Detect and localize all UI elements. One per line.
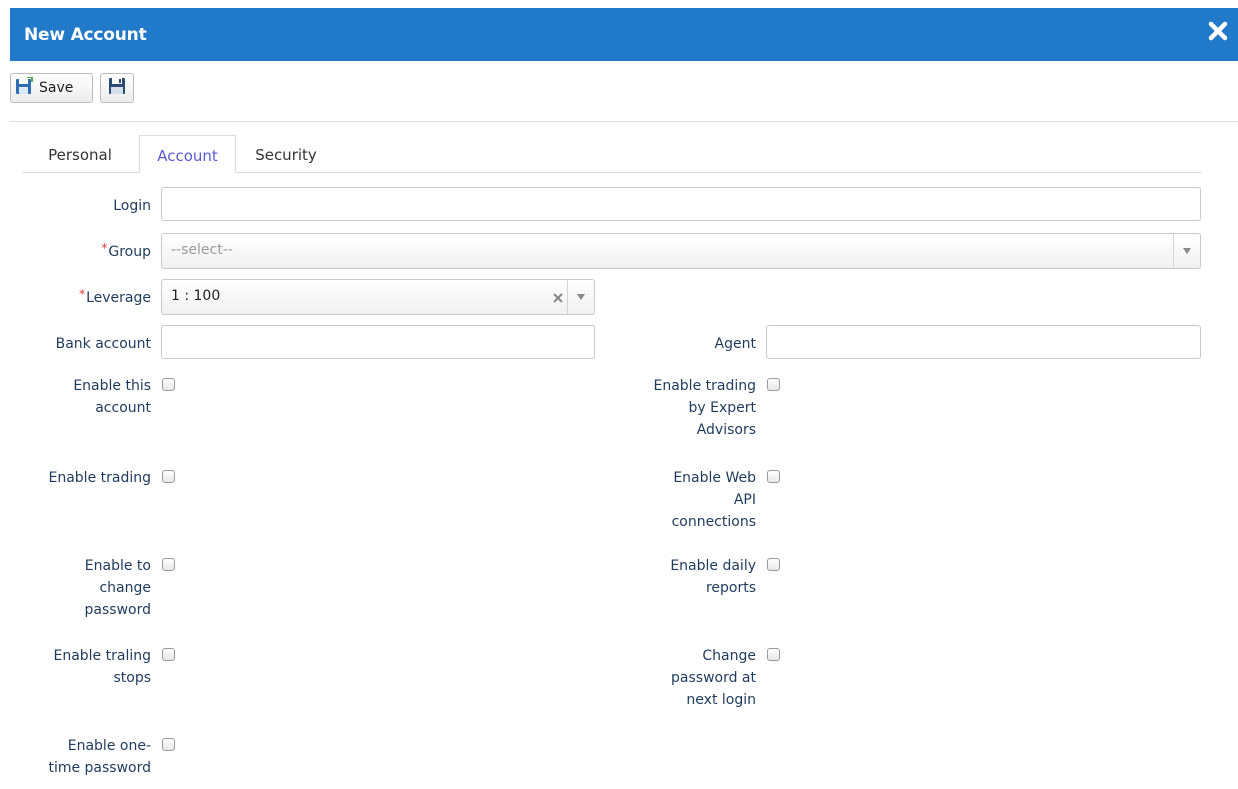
label-line: Advisors (696, 422, 756, 438)
group-label: *Group (40, 241, 151, 263)
chevron-down-icon (1183, 248, 1191, 254)
leverage-select-value: 1 : 100 (171, 288, 221, 304)
required-marker: * (101, 241, 108, 255)
label-line: time password (48, 760, 151, 776)
label-line: Enable one- (67, 738, 151, 754)
enable-expert-advisors-label: Enable trading by Expert Advisors (620, 375, 757, 441)
save-and-close-button[interactable] (100, 73, 134, 103)
save-button-label: Save (39, 80, 74, 96)
dialog-title: New Account (24, 25, 147, 45)
enable-otp-label: Enable one- time password (20, 735, 151, 779)
label-line: Enable to (84, 558, 151, 574)
label-line: Enable daily (670, 558, 756, 574)
save-icon (15, 76, 33, 99)
change-password-next-login-label: Change password at next login (620, 645, 756, 711)
bank-account-label: Bank account (55, 336, 151, 352)
enable-change-password-label: Enable to change password (20, 555, 151, 621)
enable-daily-reports-checkbox[interactable] (767, 558, 780, 571)
login-label: Login (113, 198, 151, 214)
group-dropdown-toggle[interactable] (1173, 234, 1200, 268)
enable-expert-advisors-checkbox[interactable] (767, 378, 780, 391)
label-line: stops (113, 670, 151, 686)
required-marker: * (79, 287, 86, 301)
close-icon[interactable] (1208, 21, 1230, 43)
save-button[interactable]: Save (10, 73, 93, 103)
leverage-label: *Leverage (40, 287, 151, 309)
enable-trailing-stops-label: Enable traling stops (20, 645, 151, 689)
label-line: change (99, 580, 151, 596)
bank-account-input[interactable] (161, 325, 595, 359)
leverage-dropdown-toggle[interactable] (567, 280, 594, 314)
label-line: next login (686, 692, 756, 708)
change-password-next-login-checkbox[interactable] (767, 648, 780, 661)
leverage-select[interactable]: 1 : 100 (161, 279, 595, 315)
tab-bar: Personal Account Security (22, 135, 1202, 173)
enable-trading-checkbox[interactable] (162, 470, 175, 483)
enable-account-checkbox[interactable] (162, 378, 175, 391)
label-line: password (84, 602, 151, 618)
agent-input[interactable] (766, 325, 1201, 359)
login-input[interactable] (161, 187, 1201, 221)
tab-personal[interactable]: Personal (22, 135, 138, 172)
tab-account[interactable]: Account (139, 135, 236, 173)
label-line: reports (705, 580, 756, 596)
label-line: by Expert (688, 400, 757, 416)
enable-daily-reports-label: Enable daily reports (620, 555, 756, 599)
group-select-placeholder: --select-- (171, 242, 233, 258)
label-line: API (733, 492, 756, 508)
label-line: password at (671, 670, 756, 686)
enable-otp-checkbox[interactable] (162, 738, 175, 751)
enable-web-api-label: Enable Web API connections (620, 467, 756, 533)
label-line: Enable trading (48, 470, 152, 486)
label-line: Enable Web (673, 470, 756, 486)
group-select[interactable]: --select-- (161, 233, 1201, 269)
chevron-down-icon (577, 294, 585, 300)
label-line: account (95, 400, 151, 416)
dialog-titlebar: New Account (10, 8, 1238, 61)
label-line: Enable traling (53, 648, 151, 664)
agent-label: Agent (714, 336, 756, 352)
enable-web-api-checkbox[interactable] (767, 470, 780, 483)
tab-security[interactable]: Security (236, 135, 336, 172)
toolbar: Save (10, 61, 1238, 122)
enable-change-password-checkbox[interactable] (162, 558, 175, 571)
leverage-label-text: Leverage (86, 290, 151, 306)
enable-trading-label: Enable trading (20, 467, 152, 489)
floppy-disk-icon (108, 77, 126, 99)
label-line: connections (671, 514, 756, 530)
label-line: Enable trading (653, 378, 757, 394)
clear-icon[interactable] (552, 289, 564, 303)
label-line: Enable this (73, 378, 151, 394)
enable-trailing-stops-checkbox[interactable] (162, 648, 175, 661)
group-label-text: Group (108, 244, 151, 260)
enable-account-label: Enable this account (20, 375, 151, 419)
label-line: Change (702, 648, 756, 664)
